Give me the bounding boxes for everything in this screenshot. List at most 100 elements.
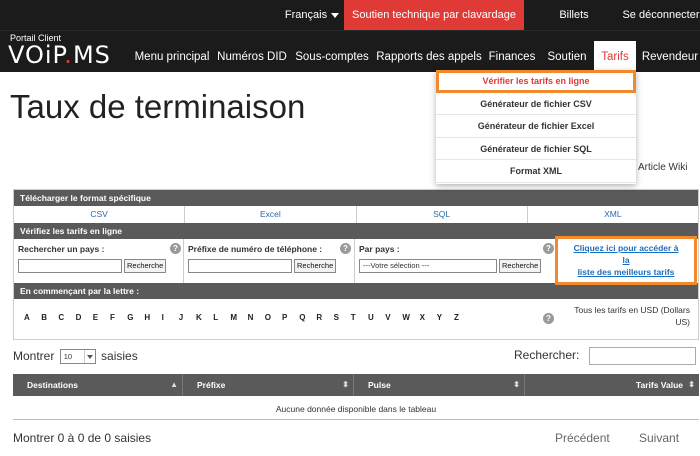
menu-item-check-rates-online[interactable]: Vérifier les tarifs en ligne [436,70,636,93]
live-chat-support-button[interactable]: Soutien technique par clavardage [344,0,524,30]
letter-link-p[interactable]: P [282,313,287,322]
letter-link-g[interactable]: G [127,313,133,322]
download-csv-link[interactable]: CSV [14,206,186,223]
language-selector[interactable]: Français [280,0,344,30]
col-pulse[interactable]: Pulse ⬍ [354,374,525,396]
sort-asc-icon: ▲ [170,380,178,389]
letter-link-q[interactable]: Q [299,313,305,322]
letter-link-h[interactable]: H [144,313,150,322]
letter-link-s[interactable]: S [334,313,339,322]
next-page-button[interactable]: Suivant [639,431,679,445]
country-select-value: ---Votre sélection --- [363,261,430,270]
nav-item-finances[interactable]: Finances [484,31,540,73]
best-rates-link-line1: Cliquez ici pour accéder à [573,243,679,253]
main-nav: Portail Client VOiP.MS Menu principal Nu… [0,30,700,73]
col-rate-value[interactable]: Tarifs Value ⬍ [525,374,699,396]
letter-link-o[interactable]: O [265,313,271,322]
chevron-down-icon [83,350,95,364]
best-rates-link[interactable]: Cliquez ici pour accéder à la liste des … [555,236,697,285]
letter-link-y[interactable]: Y [437,313,442,322]
country-search-button[interactable]: Recherche [124,259,167,273]
nav-item-call-reports[interactable]: Rapports des appels [376,31,482,73]
nav-item-main-menu[interactable]: Menu principal [132,31,212,73]
col-pulse-label: Pulse [368,380,391,390]
letter-link-r[interactable]: R [316,313,322,322]
caret-down-icon [331,12,340,18]
country-select[interactable]: ---Votre sélection --- [359,259,497,273]
by-country-search-button[interactable]: Recherche [499,259,542,273]
previous-page-button[interactable]: Précédent [555,431,610,445]
col-prefix-label: Préfixe [197,380,226,390]
letter-link-e[interactable]: E [93,313,98,322]
letter-link-l[interactable]: L [213,313,218,322]
letter-link-b[interactable]: B [41,313,47,322]
country-search-box: Rechercher un pays : ? Recherche [14,239,184,283]
letter-link-j[interactable]: J [179,313,183,322]
col-rate-value-label: Tarifs Value [635,380,683,390]
letter-link-a[interactable]: A [24,313,30,322]
country-search-label: Rechercher un pays : [18,244,105,254]
prefix-search-button[interactable]: Recherche [294,259,337,273]
letter-link-f[interactable]: F [110,313,115,322]
letters-section-heading: En commençant par la lettre : [14,283,698,299]
col-destinations-label: Destinations [27,380,79,390]
nav-item-rates[interactable]: Tarifs [594,41,636,73]
download-sql-link[interactable]: SQL [357,206,528,223]
prefix-search-box: Préfixe de numéro de téléphone : ? Reche… [184,239,355,283]
letter-link-t[interactable]: T [351,313,356,322]
page-title: Taux de terminaison [10,88,306,125]
menu-item-csv-generator[interactable]: Générateur de fichier CSV [436,93,636,115]
wiki-article-link[interactable]: Article Wiki [638,162,687,173]
letter-link-w[interactable]: W [402,313,410,322]
letters-row: ? Tous les tarifs en USD (Dollars US) A B… [14,299,698,339]
country-search-input[interactable] [18,259,122,273]
logo[interactable]: Portail Client VOiP.MS [8,33,123,69]
nav-item-reseller[interactable]: Revendeur [640,31,700,73]
help-icon[interactable]: ? [340,243,351,254]
letter-link-z[interactable]: Z [454,313,459,322]
col-prefix[interactable]: Préfixe ⬍ [183,374,354,396]
sort-icon: ⬍ [342,380,349,389]
table-header: Destinations ▲ Préfixe ⬍ Pulse ⬍ Tarifs Val… [13,374,699,396]
best-rates-link-line2: la [622,255,630,265]
menu-item-xml-format[interactable]: Format XML [436,160,636,183]
letter-link-x[interactable]: X [420,313,425,322]
col-destinations[interactable]: Destinations ▲ [13,374,183,396]
support-tickets-link[interactable]: Billets d'assistance [530,0,618,51]
letter-link-n[interactable]: N [248,313,254,322]
table-search-input[interactable] [589,347,696,365]
nav-item-support[interactable]: Soutien [542,31,592,73]
by-country-box: Par pays : ? ---Votre sélection --- Rech… [355,239,555,283]
menu-item-excel-generator[interactable]: Générateur de fichier Excel [436,115,636,138]
page-length-select[interactable]: 10 [59,349,96,365]
menu-item-sql-generator[interactable]: Générateur de fichier SQL [436,138,636,160]
nav-item-did-numbers[interactable]: Numéros DID [214,31,290,73]
letter-link-v[interactable]: V [385,313,390,322]
letter-link-c[interactable]: C [58,313,64,322]
best-rates-link-line3: liste des meilleurs tarifs [577,267,675,277]
download-excel-link[interactable]: Excel [185,206,357,223]
top-bar: Français Soutien technique par clavardag… [0,0,700,51]
download-section-heading: Télécharger le format spécifique [14,190,698,206]
by-country-label: Par pays : [359,244,400,254]
page-length-control: Montrer 10 saisies [13,349,138,365]
rates-panel: Télécharger le format spécifique CSV Exc… [13,189,699,340]
letter-link-d[interactable]: D [76,313,82,322]
letter-link-m[interactable]: M [230,313,237,322]
nav-item-sub-accounts[interactable]: Sous-comptes [292,31,372,73]
download-xml-link[interactable]: XML [528,206,698,223]
prefix-search-input[interactable] [188,259,292,273]
sort-icon: ⬍ [513,380,520,389]
prefix-search-label: Préfixe de numéro de téléphone : [188,244,323,254]
brand-logo: VOiP.MS [8,41,111,69]
letter-link-k[interactable]: K [196,313,202,322]
brand-part-b: MS [72,41,111,69]
help-icon[interactable]: ? [543,243,554,254]
help-icon[interactable]: ? [170,243,181,254]
help-icon[interactable]: ? [543,313,554,324]
logout-link[interactable]: Se déconnecter [622,0,700,30]
verify-search-row: Rechercher un pays : ? Recherche Préfixe… [14,236,698,285]
letter-link-u[interactable]: U [368,313,374,322]
show-prefix: Montrer [13,349,55,363]
letter-link-i[interactable]: I [162,313,164,322]
